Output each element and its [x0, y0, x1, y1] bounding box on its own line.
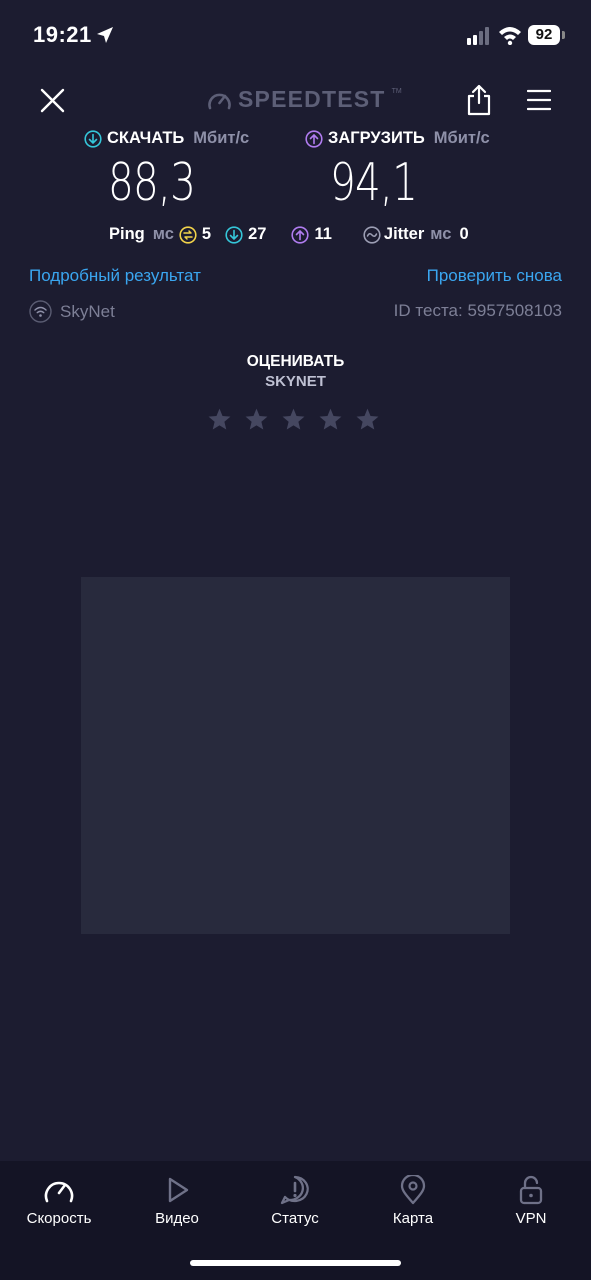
- ping-download-icon: [225, 225, 243, 244]
- download-header: СКАЧАТЬ Мбит/с: [84, 129, 249, 148]
- tab-speed-label: Скорость: [26, 1210, 92, 1227]
- battery-indicator: 92: [528, 25, 560, 45]
- ping-row: Ping мс 5 27 11 Jitter мс 0: [109, 225, 469, 244]
- rating-star-icon[interactable]: [207, 407, 232, 432]
- rating-title: ОЦЕНИВАТЬ: [246, 353, 345, 370]
- ping-download-value: 27: [248, 225, 267, 243]
- battery-tip: [562, 31, 565, 39]
- test-id: ID теста: 5957508103: [393, 301, 562, 320]
- tab-video-label: Видео: [155, 1210, 199, 1227]
- jitter-label: Jitter: [383, 225, 425, 243]
- tab-vpn-label: VPN: [515, 1210, 547, 1227]
- tab-vpn[interactable]: VPN: [472, 1175, 590, 1227]
- download-value: 88,3: [108, 153, 196, 213]
- cellular-signal-icon: [467, 27, 491, 50]
- tab-speed[interactable]: Скорость: [0, 1175, 118, 1227]
- ping-upload-icon: [291, 225, 310, 244]
- alert-icon: [280, 1175, 309, 1205]
- gauge-logo-icon: [208, 93, 231, 109]
- tab-video[interactable]: Видео: [118, 1175, 236, 1227]
- download-label: СКАЧАТЬ: [107, 129, 185, 147]
- logo-text: SPEEDTEST: [238, 86, 386, 112]
- tab-map[interactable]: Карта: [354, 1175, 472, 1227]
- tab-status[interactable]: Статус: [236, 1175, 354, 1227]
- upload-header: ЗАГРУЗИТЬ Мбит/с: [305, 129, 490, 148]
- test-again-link[interactable]: Проверить снова: [427, 266, 562, 286]
- rating-stars: [207, 407, 380, 432]
- home-indicator: [190, 1260, 401, 1266]
- rating-star-icon[interactable]: [318, 407, 343, 432]
- ping-unit: мс: [152, 225, 174, 243]
- status-time: 19:21: [33, 22, 92, 47]
- rating-provider: SKYNET: [265, 373, 326, 390]
- jitter-unit: мс: [430, 225, 452, 243]
- speedometer-icon: [44, 1181, 74, 1203]
- speedtest-logo: SPEEDTEST TM: [207, 86, 402, 113]
- download-unit: Мбит/с: [193, 129, 250, 147]
- isp-info: SkyNet: [29, 300, 115, 323]
- ad-placeholder: [81, 577, 510, 934]
- close-icon[interactable]: [40, 88, 65, 118]
- lock-icon: [519, 1175, 543, 1205]
- rating-star-icon[interactable]: [244, 407, 269, 432]
- tab-map-label: Карта: [392, 1210, 434, 1227]
- location-arrow-icon: [95, 25, 115, 50]
- detailed-result-link[interactable]: Подробный результат: [29, 266, 201, 286]
- upload-unit: Мбит/с: [433, 129, 490, 147]
- upload-label: ЗАГРУЗИТЬ: [328, 129, 425, 147]
- upload-value: 94,1: [330, 153, 418, 213]
- isp-name: SkyNet: [60, 301, 115, 321]
- map-pin-icon: [400, 1175, 426, 1205]
- ping-idle-value: 5: [201, 225, 212, 243]
- rating-star-icon[interactable]: [281, 407, 306, 432]
- isp-wifi-icon: [29, 300, 52, 323]
- rating-star-icon[interactable]: [355, 407, 380, 432]
- ping-upload-value: 11: [314, 225, 332, 243]
- download-arrow-icon: [84, 129, 102, 148]
- share-icon[interactable]: [466, 84, 492, 121]
- upload-arrow-icon: [305, 129, 323, 148]
- menu-icon[interactable]: [526, 89, 552, 116]
- jitter-icon: [363, 225, 381, 244]
- play-icon: [168, 1177, 189, 1203]
- tab-status-label: Статус: [271, 1210, 319, 1227]
- jitter-value: 0: [459, 225, 469, 243]
- wifi-icon: [498, 25, 522, 50]
- logo-tm: TM: [391, 88, 402, 95]
- ping-label: Ping: [109, 225, 145, 243]
- ping-idle-icon: [179, 225, 197, 244]
